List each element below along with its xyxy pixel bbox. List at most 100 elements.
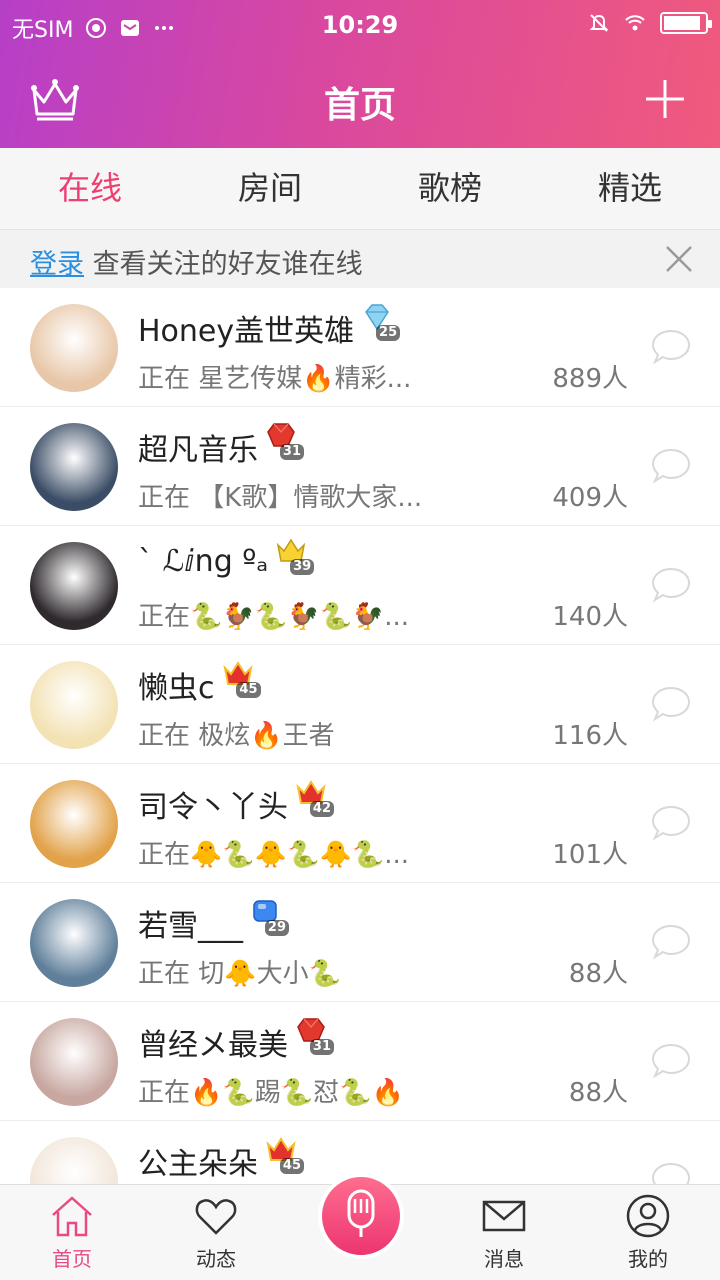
notice-text-wrap: 登录 查看关注的好友谁在线 [30,242,363,281]
list-item[interactable]: Honey盖世英雄 25 正在 星艺传媒🔥精彩... 889人 [0,288,720,407]
avatar[interactable] [30,780,118,868]
avatar[interactable] [30,542,118,630]
user-name: ˋ ℒⅈng ºₐ [138,544,269,579]
bottom-nav-feed[interactable]: 动态 [166,1193,266,1272]
header: 无SIM 10:29 首页 [0,0,720,148]
status-right [588,12,712,34]
user-name: 曾经メ最美 [138,1028,288,1063]
bottom-nav-profile-label: 我的 [628,1247,668,1271]
notice-message: 查看关注的好友谁在线 [92,249,363,280]
level-badge: 31 [266,422,304,460]
level-badge: 31 [296,1017,334,1055]
listener-count: 88人 [568,1078,628,1108]
level-number: 29 [264,920,289,936]
list-item[interactable]: 超凡音乐 31 正在 【K歌】情歌大家... 409人 [0,407,720,526]
home-icon [52,1196,92,1237]
level-badge: 45 [222,660,261,698]
list-item[interactable]: 若雪___ 29 正在 切🐥大小🐍 88人 [0,883,720,1002]
mute-bell-icon [589,14,609,32]
room-status: 正在🐥🐍🐥🐍🐥🐍... [138,840,410,870]
list-item[interactable]: 曾经メ最美 31 正在🔥🐍踢🐍怼🐍🔥 88人 [0,1002,720,1121]
chat-bubble-icon[interactable] [650,447,692,485]
name-line: 超凡音乐 31 [138,422,304,469]
avatar[interactable] [30,1137,118,1184]
wifi-icon [625,15,645,31]
tab-3[interactable]: 精选 [540,148,720,229]
level-badge: 45 [266,1136,304,1174]
listener-count: 88人 [568,959,628,989]
chat-bubble-icon[interactable] [650,566,692,604]
name-line: 懒虫c 45 [138,660,261,707]
chat-bubble-icon[interactable] [650,923,692,961]
sing-button[interactable] [318,1173,404,1259]
listener-count: 140人 [552,602,628,632]
bottom-nav-feed-label: 动态 [196,1247,236,1271]
user-name: Honey盖世英雄 [138,314,355,349]
level-badge: 42 [296,779,334,817]
room-status: 正在🐍🐓🐍🐓🐍🐓... [138,602,410,632]
chat-bubble-icon[interactable] [650,1042,692,1080]
chat-bubble-icon[interactable] [650,685,692,723]
name-line: 曾经メ最美 31 [138,1017,334,1064]
listener-count: 409人 [552,483,628,513]
level-number: 45 [279,1158,304,1174]
level-badge: 25 [362,303,401,341]
avatar[interactable] [30,661,118,749]
microphone-icon [347,1189,375,1237]
battery-icon [660,12,712,34]
user-name: 懒虫c [138,671,215,706]
name-line: 若雪___ 29 [138,900,289,945]
avatar[interactable] [30,1018,118,1106]
room-status: 正在🔥🐍踢🐍怼🐍🔥 [138,1078,404,1108]
name-line: Honey盖世英雄 25 [138,303,401,350]
chat-bubble-icon[interactable] [650,328,692,366]
tab-1[interactable]: 房间 [180,148,360,229]
room-status: 正在 星艺传媒🔥精彩... [138,364,412,394]
login-link[interactable]: 登录 [30,249,84,280]
user-name: 超凡音乐 [138,433,258,468]
tab-0[interactable]: 在线 [0,148,180,229]
room-status: 正在 切🐥大小🐍 [138,959,342,989]
room-status: 正在 【K歌】情歌大家... [138,483,423,513]
name-line: ˋ ℒⅈng ºₐ 39 [138,538,315,579]
bottom-nav-profile[interactable]: 我的 [598,1193,698,1272]
plus-icon[interactable] [644,78,686,120]
level-number: 31 [309,1039,334,1055]
bottom-nav: 首页 动态 消息 我的 [0,1173,720,1280]
list-item[interactable]: 司令丶丫头 42 正在🐥🐍🐥🐍🐥🐍... 101人 [0,764,720,883]
page-title: 首页 [323,85,396,126]
user-name: 若雪___ [138,909,243,944]
avatar[interactable] [30,423,118,511]
profile-icon [626,1194,670,1238]
bottom-nav-home[interactable]: 首页 [22,1193,122,1272]
name-line: 司令丶丫头 42 [138,779,334,826]
avatar[interactable] [30,304,118,392]
list-item[interactable]: ˋ ℒⅈng ºₐ 39 正在🐍🐓🐍🐓🐍🐓... 140人 [0,526,720,645]
listener-count: 101人 [552,840,628,870]
tab-bar: 在线 房间 歌榜 精选 [0,148,720,230]
bottom-nav-messages[interactable]: 消息 [454,1193,554,1272]
level-number: 45 [236,682,261,698]
list-item[interactable]: 懒虫c 45 正在 极炫🔥王者 116人 [0,645,720,764]
level-badge: 39 [276,537,315,575]
room-status: 正在 极炫🔥王者 [138,721,335,751]
login-notice: 登录 查看关注的好友谁在线 [0,230,720,288]
tab-2[interactable]: 歌榜 [360,148,540,229]
user-name: 公主朵朵 [138,1147,258,1182]
bottom-nav-messages-label: 消息 [484,1247,524,1271]
level-number: 31 [279,444,304,460]
level-number: 25 [376,325,401,341]
chat-bubble-icon[interactable] [650,1161,692,1184]
battery-fill [664,16,700,30]
level-number: 42 [309,801,334,817]
bottom-nav-home-label: 首页 [52,1247,92,1271]
heart-icon [195,1199,237,1235]
listener-count: 889人 [552,364,628,394]
mail-icon [482,1200,526,1232]
avatar[interactable] [30,899,118,987]
close-icon[interactable] [664,244,694,274]
level-number: 39 [290,558,315,575]
status-bar: 无SIM 10:29 [0,0,720,50]
chat-bubble-icon[interactable] [650,804,692,842]
listener-count: 116人 [552,721,628,751]
